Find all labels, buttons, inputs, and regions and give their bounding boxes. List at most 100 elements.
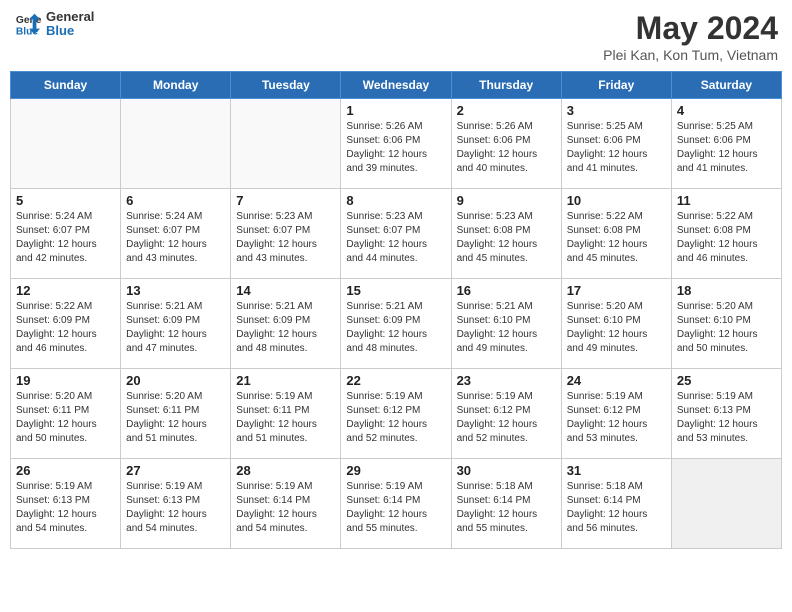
day-number: 7 — [236, 193, 335, 208]
month-year: May 2024 — [603, 10, 778, 47]
calendar-cell: 10 Sunrise: 5:22 AM Sunset: 6:08 PM Dayli… — [561, 189, 671, 279]
day-info: Sunrise: 5:23 AM Sunset: 6:08 PM Dayligh… — [457, 210, 556, 266]
day-header: Friday — [561, 72, 671, 99]
day-info: Sunrise: 5:18 AM Sunset: 6:14 PM Dayligh… — [567, 480, 666, 536]
day-number: 21 — [236, 373, 335, 388]
calendar-cell: 19 Sunrise: 5:20 AM Sunset: 6:11 PM Dayli… — [11, 369, 121, 459]
calendar-cell: 25 Sunrise: 5:19 AM Sunset: 6:13 PM Dayli… — [671, 369, 781, 459]
day-number: 25 — [677, 373, 776, 388]
day-number: 10 — [567, 193, 666, 208]
day-info: Sunrise: 5:20 AM Sunset: 6:11 PM Dayligh… — [126, 390, 225, 446]
calendar-cell: 28 Sunrise: 5:19 AM Sunset: 6:14 PM Dayli… — [231, 459, 341, 549]
calendar-week-row: 1 Sunrise: 5:26 AM Sunset: 6:06 PM Daylig… — [11, 99, 782, 189]
day-header: Wednesday — [341, 72, 451, 99]
day-number: 4 — [677, 103, 776, 118]
day-header: Monday — [121, 72, 231, 99]
day-info: Sunrise: 5:18 AM Sunset: 6:14 PM Dayligh… — [457, 480, 556, 536]
day-number: 6 — [126, 193, 225, 208]
calendar-cell: 6 Sunrise: 5:24 AM Sunset: 6:07 PM Daylig… — [121, 189, 231, 279]
logo: General Blue General Blue — [14, 10, 94, 39]
day-number: 27 — [126, 463, 225, 478]
day-info: Sunrise: 5:21 AM Sunset: 6:09 PM Dayligh… — [236, 300, 335, 356]
day-number: 2 — [457, 103, 556, 118]
calendar-cell: 11 Sunrise: 5:22 AM Sunset: 6:08 PM Dayli… — [671, 189, 781, 279]
day-info: Sunrise: 5:24 AM Sunset: 6:07 PM Dayligh… — [126, 210, 225, 266]
day-info: Sunrise: 5:26 AM Sunset: 6:06 PM Dayligh… — [346, 120, 445, 176]
day-info: Sunrise: 5:21 AM Sunset: 6:09 PM Dayligh… — [346, 300, 445, 356]
calendar-cell: 18 Sunrise: 5:20 AM Sunset: 6:10 PM Dayli… — [671, 279, 781, 369]
day-info: Sunrise: 5:21 AM Sunset: 6:10 PM Dayligh… — [457, 300, 556, 356]
calendar-cell: 12 Sunrise: 5:22 AM Sunset: 6:09 PM Dayli… — [11, 279, 121, 369]
calendar-cell — [231, 99, 341, 189]
day-number: 9 — [457, 193, 556, 208]
day-info: Sunrise: 5:23 AM Sunset: 6:07 PM Dayligh… — [236, 210, 335, 266]
calendar-cell: 14 Sunrise: 5:21 AM Sunset: 6:09 PM Dayli… — [231, 279, 341, 369]
day-info: Sunrise: 5:19 AM Sunset: 6:11 PM Dayligh… — [236, 390, 335, 446]
svg-text:General: General — [16, 15, 42, 26]
calendar-cell — [11, 99, 121, 189]
calendar-cell: 30 Sunrise: 5:18 AM Sunset: 6:14 PM Dayli… — [451, 459, 561, 549]
day-number: 11 — [677, 193, 776, 208]
day-info: Sunrise: 5:19 AM Sunset: 6:12 PM Dayligh… — [457, 390, 556, 446]
calendar-cell: 31 Sunrise: 5:18 AM Sunset: 6:14 PM Dayli… — [561, 459, 671, 549]
calendar-cell: 21 Sunrise: 5:19 AM Sunset: 6:11 PM Dayli… — [231, 369, 341, 459]
day-number: 12 — [16, 283, 115, 298]
day-info: Sunrise: 5:19 AM Sunset: 6:12 PM Dayligh… — [346, 390, 445, 446]
day-info: Sunrise: 5:20 AM Sunset: 6:10 PM Dayligh… — [567, 300, 666, 356]
calendar-cell: 20Sunrise: 5:20 AM Sunset: 6:11 PM Dayli… — [121, 369, 231, 459]
day-info: Sunrise: 5:25 AM Sunset: 6:06 PM Dayligh… — [567, 120, 666, 176]
calendar-week-row: 5Sunrise: 5:24 AM Sunset: 6:07 PM Daylig… — [11, 189, 782, 279]
calendar-cell: 13 Sunrise: 5:21 AM Sunset: 6:09 PM Dayli… — [121, 279, 231, 369]
day-number: 26 — [16, 463, 115, 478]
calendar-cell: 23 Sunrise: 5:19 AM Sunset: 6:12 PM Dayli… — [451, 369, 561, 459]
page-header: General Blue General Blue May 2024 Plei … — [10, 10, 782, 63]
calendar-cell: 4 Sunrise: 5:25 AM Sunset: 6:06 PM Daylig… — [671, 99, 781, 189]
day-info: Sunrise: 5:23 AM Sunset: 6:07 PM Dayligh… — [346, 210, 445, 266]
day-number: 28 — [236, 463, 335, 478]
day-number: 14 — [236, 283, 335, 298]
day-number: 15 — [346, 283, 445, 298]
calendar-cell: 16 Sunrise: 5:21 AM Sunset: 6:10 PM Dayli… — [451, 279, 561, 369]
calendar-cell: 22 Sunrise: 5:19 AM Sunset: 6:12 PM Dayli… — [341, 369, 451, 459]
day-info: Sunrise: 5:20 AM Sunset: 6:11 PM Dayligh… — [16, 390, 115, 446]
day-number: 22 — [346, 373, 445, 388]
calendar-cell: 29Sunrise: 5:19 AM Sunset: 6:14 PM Dayli… — [341, 459, 451, 549]
day-number: 18 — [677, 283, 776, 298]
day-number: 13 — [126, 283, 225, 298]
calendar-week-row: 26Sunrise: 5:19 AM Sunset: 6:13 PM Dayli… — [11, 459, 782, 549]
logo-line2: Blue — [46, 24, 94, 38]
day-info: Sunrise: 5:24 AM Sunset: 6:07 PM Dayligh… — [16, 210, 115, 266]
calendar-cell: 8 Sunrise: 5:23 AM Sunset: 6:07 PM Daylig… — [341, 189, 451, 279]
day-number: 30 — [457, 463, 556, 478]
calendar-cell: 27Sunrise: 5:19 AM Sunset: 6:13 PM Dayli… — [121, 459, 231, 549]
day-info: Sunrise: 5:21 AM Sunset: 6:09 PM Dayligh… — [126, 300, 225, 356]
day-header: Sunday — [11, 72, 121, 99]
day-info: Sunrise: 5:19 AM Sunset: 6:14 PM Dayligh… — [236, 480, 335, 536]
days-header-row: SundayMondayTuesdayWednesdayThursdayFrid… — [11, 72, 782, 99]
calendar-cell — [671, 459, 781, 549]
day-number: 29 — [346, 463, 445, 478]
day-number: 23 — [457, 373, 556, 388]
calendar-cell: 26Sunrise: 5:19 AM Sunset: 6:13 PM Dayli… — [11, 459, 121, 549]
day-number: 8 — [346, 193, 445, 208]
day-header: Saturday — [671, 72, 781, 99]
day-header: Thursday — [451, 72, 561, 99]
calendar-cell: 2 Sunrise: 5:26 AM Sunset: 6:06 PM Daylig… — [451, 99, 561, 189]
calendar-cell: 1 Sunrise: 5:26 AM Sunset: 6:06 PM Daylig… — [341, 99, 451, 189]
calendar-cell: 5Sunrise: 5:24 AM Sunset: 6:07 PM Daylig… — [11, 189, 121, 279]
day-info: Sunrise: 5:22 AM Sunset: 6:08 PM Dayligh… — [677, 210, 776, 266]
day-number: 1 — [346, 103, 445, 118]
calendar-table: SundayMondayTuesdayWednesdayThursdayFrid… — [10, 71, 782, 549]
calendar-cell: 24Sunrise: 5:19 AM Sunset: 6:12 PM Dayli… — [561, 369, 671, 459]
day-number: 31 — [567, 463, 666, 478]
day-number: 19 — [16, 373, 115, 388]
day-info: Sunrise: 5:26 AM Sunset: 6:06 PM Dayligh… — [457, 120, 556, 176]
day-info: Sunrise: 5:22 AM Sunset: 6:09 PM Dayligh… — [16, 300, 115, 356]
day-info: Sunrise: 5:22 AM Sunset: 6:08 PM Dayligh… — [567, 210, 666, 266]
day-info: Sunrise: 5:25 AM Sunset: 6:06 PM Dayligh… — [677, 120, 776, 176]
day-info: Sunrise: 5:19 AM Sunset: 6:13 PM Dayligh… — [677, 390, 776, 446]
calendar-week-row: 12 Sunrise: 5:22 AM Sunset: 6:09 PM Dayli… — [11, 279, 782, 369]
day-number: 16 — [457, 283, 556, 298]
logo-line1: General — [46, 10, 94, 24]
day-info: Sunrise: 5:20 AM Sunset: 6:10 PM Dayligh… — [677, 300, 776, 356]
